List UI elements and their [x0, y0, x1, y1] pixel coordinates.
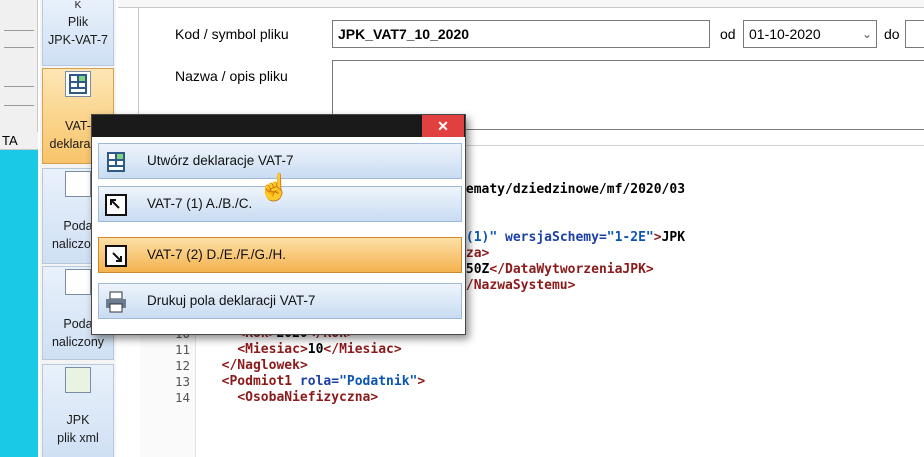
line-number: 12 — [174, 358, 190, 373]
document-icon — [65, 269, 91, 295]
code-label: Kod / symbol pliku — [175, 26, 289, 42]
document-icon — [65, 171, 91, 197]
do-label: do — [884, 26, 900, 42]
ribbon-label: JPK-VAT-7 — [48, 33, 108, 47]
calculator-icon — [105, 151, 127, 173]
xml-file-icon — [65, 367, 91, 393]
ribbon-label: Plik — [67, 15, 89, 29]
splitter-lines — [4, 30, 34, 48]
code-field[interactable]: JPK_VAT7_10_2020 — [332, 20, 710, 48]
do-date-picker[interactable] — [905, 20, 924, 48]
ribbon-top-letter: K — [74, 0, 82, 11]
menu-item-print-declaration[interactable]: Drukuj pola deklaracji VAT-7 — [98, 283, 462, 319]
close-button[interactable]: ✕ — [422, 115, 464, 137]
hand-cursor-icon: ☝ — [258, 172, 291, 202]
menu-item-label: VAT-7 (2) D./E./F./G./H. — [147, 247, 287, 262]
vat-declaration-popup: ✕ Utwórz deklaracje VAT-7 VAT-7 (1) A./B… — [91, 114, 466, 335]
code-line: <OsobaNiefizyczna> — [237, 390, 379, 405]
chevron-down-icon[interactable]: ⌄ — [862, 21, 872, 47]
code-line: </Naglowek> — [221, 358, 308, 373]
arrow-down-right-icon — [105, 245, 127, 267]
left-tab-label[interactable]: TA — [0, 132, 38, 150]
od-date-value: 01-10-2020 — [749, 26, 821, 42]
ribbon-label: JPK — [66, 413, 90, 427]
ribbon-label: plik xml — [57, 431, 99, 445]
line-number: 11 — [174, 342, 190, 357]
ribbon-plik-jpk-vat7-button[interactable]: K Plik JPK-VAT-7 — [42, 0, 114, 66]
menu-item-vat7-part2[interactable]: VAT-7 (2) D./E./F./G./H. — [98, 237, 462, 273]
line-number: 14 — [174, 390, 190, 405]
ribbon-jpk-plik-xml-button[interactable]: JPK plik xml — [42, 364, 114, 457]
cyan-panel — [0, 150, 38, 457]
splitter-lines-2 — [4, 86, 34, 106]
printer-icon — [105, 291, 127, 313]
ribbon-label: naliczony — [51, 335, 105, 349]
app-window: TA K Plik JPK-VAT-7 VAT- deklaracja Poda… — [0, 0, 924, 457]
code-line: <Miesiac>10</Miesiac> — [237, 342, 402, 357]
calculator-icon — [65, 71, 91, 97]
top-border — [118, 0, 924, 8]
name-label: Nazwa / opis pliku — [175, 68, 288, 84]
left-edge-panel: TA — [0, 0, 38, 457]
menu-item-label: VAT-7 (1) A./B./C. — [147, 196, 253, 211]
line-number: 13 — [174, 374, 190, 389]
menu-item-label: Drukuj pola deklaracji VAT-7 — [147, 293, 316, 308]
od-date-picker[interactable]: 01-10-2020 ⌄ — [743, 20, 877, 48]
popup-titlebar: ✕ — [92, 115, 465, 137]
code-line: <Podmiot1 rola="Podatnik"> — [221, 374, 426, 389]
arrow-up-left-icon — [105, 194, 127, 216]
od-label: od — [720, 26, 736, 42]
